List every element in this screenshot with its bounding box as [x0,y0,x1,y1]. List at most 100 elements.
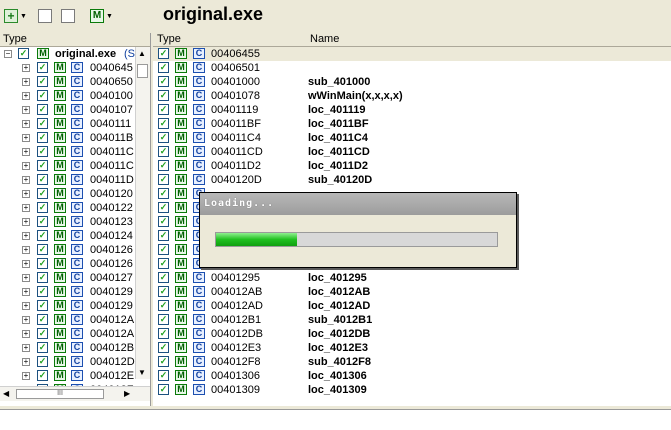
tree-item[interactable]: + ✓ M C 004012B [0,341,150,355]
checkbox[interactable]: ✓ [37,258,48,269]
expand-icon[interactable]: + [22,134,30,142]
tree-item[interactable]: + ✓ M C 004012A [0,313,150,327]
expand-icon[interactable]: + [22,288,30,296]
expand-icon[interactable]: + [22,176,30,184]
page-button[interactable] [61,6,75,26]
tree-item[interactable]: + ✓ M C 0040650 [0,75,150,89]
checkbox[interactable]: ✓ [37,118,48,129]
edit-button[interactable] [38,6,52,26]
vertical-scrollbar[interactable]: ▲ ▼ [135,47,150,379]
tree-item[interactable]: + ✓ M C 0040123 [0,215,150,229]
expand-icon[interactable]: + [22,64,30,72]
checkbox[interactable]: ✓ [158,146,169,157]
expand-icon[interactable]: + [22,302,30,310]
checkbox[interactable]: ✓ [158,342,169,353]
checkbox[interactable]: ✓ [37,272,48,283]
tree-item[interactable]: + ✓ M C 004012D [0,355,150,369]
module-button[interactable]: M ▼ [90,6,113,26]
tree-item[interactable]: + ✓ M C 0040126 [0,257,150,271]
checkbox[interactable]: ✓ [158,258,169,269]
table-row[interactable]: ✓ M C 00401295 loc_401295 [153,271,671,285]
expand-icon[interactable]: + [22,106,30,114]
table-row[interactable]: ✓ M C 004011C4 loc_4011C4 [153,131,671,145]
tree-item[interactable]: + ✓ M C 0040100 [0,89,150,103]
tree-item[interactable]: + ✓ M C 004012A [0,327,150,341]
collapse-icon[interactable]: − [4,50,12,58]
tree-item[interactable]: + ✓ M C 0040126 [0,243,150,257]
table-row[interactable]: ✓ M C 00401309 loc_401309 [153,383,671,397]
checkbox[interactable]: ✓ [37,174,48,185]
table-row[interactable]: ✓ M C 004012DB loc_4012DB [153,327,671,341]
expand-icon[interactable]: + [22,274,30,282]
checkbox[interactable]: ✓ [158,188,169,199]
tree-root[interactable]: − ✓ M original.exe (S [0,47,150,61]
tree-item[interactable]: + ✓ M C 0040129 [0,285,150,299]
checkbox[interactable]: ✓ [158,216,169,227]
table-row[interactable]: ✓ M C 004012F8 sub_4012F8 [153,355,671,369]
expand-icon[interactable]: + [22,204,30,212]
scroll-thumb-horizontal[interactable]: III [16,389,104,399]
horizontal-scrollbar[interactable]: ◀ III ▶ [0,386,150,401]
scroll-down-icon[interactable]: ▼ [138,368,146,377]
checkbox[interactable]: ✓ [158,230,169,241]
checkbox[interactable]: ✓ [158,314,169,325]
checkbox[interactable]: ✓ [37,90,48,101]
table-row[interactable]: ✓ M C 004011D2 loc_4011D2 [153,159,671,173]
table-row[interactable]: ✓ M C 0040120D sub_40120D [153,173,671,187]
checkbox[interactable]: ✓ [37,342,48,353]
expand-icon[interactable]: + [22,78,30,86]
table-row[interactable]: ✓ M C 004012AB loc_4012AB [153,285,671,299]
type-column-header[interactable]: Type [3,33,27,45]
tree-item[interactable]: + ✓ M C 0040107 [0,103,150,117]
checkbox[interactable]: ✓ [37,328,48,339]
checkbox[interactable]: ✓ [158,286,169,297]
expand-icon[interactable]: + [22,232,30,240]
table-row[interactable]: ✓ M C 00406501 [153,61,671,75]
tree-item[interactable]: + ✓ M C 0040645 [0,61,150,75]
checkbox[interactable]: ✓ [37,202,48,213]
expand-icon[interactable]: + [22,358,30,366]
table-row[interactable]: ✓ M C 00406455 [153,47,671,61]
tree-item[interactable]: + ✓ M C 0040129 [0,299,150,313]
checkbox[interactable]: ✓ [37,62,48,73]
checkbox[interactable]: ✓ [158,272,169,283]
checkbox[interactable]: ✓ [37,286,48,297]
table-row[interactable]: ✓ M C 00401000 sub_401000 [153,75,671,89]
checkbox[interactable]: ✓ [37,370,48,381]
checkbox[interactable]: ✓ [18,48,29,59]
expand-icon[interactable]: + [22,344,30,352]
tree-item[interactable]: + ✓ M C 0040120 [0,187,150,201]
tree-header[interactable]: Type [0,33,150,47]
checkbox[interactable]: ✓ [37,216,48,227]
tree-item[interactable]: + ✓ M C 0040127 [0,271,150,285]
checkbox[interactable]: ✓ [37,104,48,115]
checkbox[interactable]: ✓ [158,174,169,185]
scroll-up-icon[interactable]: ▲ [138,49,146,58]
checkbox[interactable]: ✓ [37,188,48,199]
checkbox[interactable]: ✓ [158,328,169,339]
tree-item[interactable]: + ✓ M C 0040122 [0,201,150,215]
table-row[interactable]: ✓ M C 004011BF loc_4011BF [153,117,671,131]
checkbox[interactable]: ✓ [37,76,48,87]
tree-item[interactable]: + ✓ M C 004011C [0,145,150,159]
table-row[interactable]: ✓ M C 00401306 loc_401306 [153,369,671,383]
table-row[interactable]: ✓ M C 004011CD loc_4011CD [153,145,671,159]
checkbox[interactable]: ✓ [37,160,48,171]
checkbox[interactable]: ✓ [37,314,48,325]
checkbox[interactable]: ✓ [158,356,169,367]
scroll-right-icon[interactable]: ▶ [124,389,130,398]
tree-item[interactable]: + ✓ M C 0040124 [0,229,150,243]
scroll-thumb[interactable] [137,64,148,78]
expand-icon[interactable]: + [22,372,30,380]
expand-icon[interactable]: + [22,246,30,254]
type-column-header[interactable]: Type [157,33,181,45]
checkbox[interactable]: ✓ [37,300,48,311]
table-row[interactable]: ✓ M C 004012B1 sub_4012B1 [153,313,671,327]
checkbox[interactable]: ✓ [37,132,48,143]
tree-item[interactable]: + ✓ M C 004011B [0,131,150,145]
checkbox[interactable]: ✓ [158,160,169,171]
checkbox[interactable]: ✓ [158,132,169,143]
checkbox[interactable]: ✓ [158,244,169,255]
checkbox[interactable]: ✓ [37,244,48,255]
table-row[interactable]: ✓ M C 004012E3 loc_4012E3 [153,341,671,355]
